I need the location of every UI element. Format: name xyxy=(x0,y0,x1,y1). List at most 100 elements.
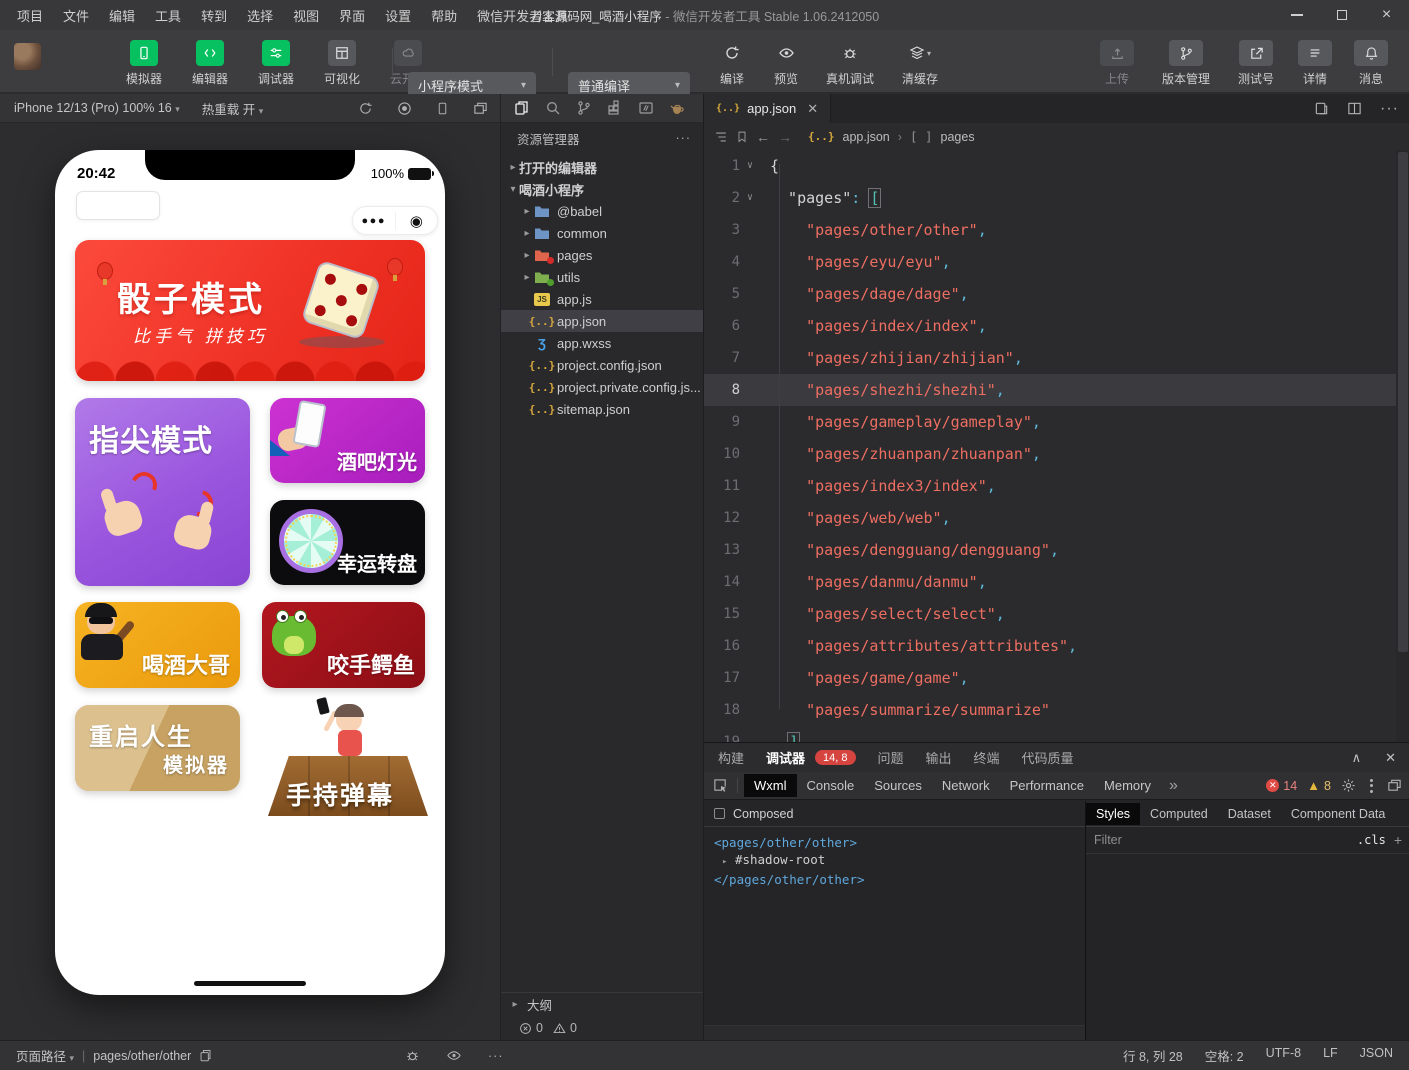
menu-item-选择[interactable]: 选择 xyxy=(238,3,282,28)
menu-item-界面[interactable]: 界面 xyxy=(330,3,374,28)
tree-item-common[interactable]: ▸common xyxy=(501,222,703,244)
menu-item-文件[interactable]: 文件 xyxy=(54,3,98,28)
tree-item-app.js[interactable]: JSapp.js xyxy=(501,288,703,310)
mini-search-box[interactable] xyxy=(76,191,160,220)
tile-restart-life[interactable]: 重启人生 模拟器 xyxy=(75,705,240,791)
toggle-class-button[interactable]: .cls xyxy=(1357,833,1386,847)
more-actions-icon[interactable]: ··· xyxy=(488,1049,504,1063)
devtools-tab-sources[interactable]: Sources xyxy=(864,774,932,797)
wxml-open-tag[interactable]: <pages/other/other> xyxy=(714,834,1085,851)
minimize-button[interactable] xyxy=(1274,0,1319,30)
tile-fingertip-mode[interactable]: 指尖模式 xyxy=(75,398,250,586)
wxml-close-tag[interactable]: </pages/other/other> xyxy=(714,871,1085,888)
code-line-9[interactable]: 9 "pages/gameplay/gameplay", xyxy=(704,406,1409,438)
devtools-tab-memory[interactable]: Memory xyxy=(1094,774,1161,797)
breadcrumb-node[interactable]: pages xyxy=(941,130,975,144)
tree-item-pages[interactable]: ▸pages xyxy=(501,244,703,266)
bug-icon[interactable] xyxy=(405,1048,420,1063)
status-segment[interactable]: LF xyxy=(1323,1046,1338,1065)
nav-back-icon[interactable]: ← xyxy=(756,129,770,145)
styles-tab-styles[interactable]: Styles xyxy=(1086,803,1140,825)
menu-item-项目[interactable]: 项目 xyxy=(8,3,52,28)
collapse-panel-icon[interactable]: ∧ xyxy=(1352,750,1362,766)
hot-reload-toggle[interactable]: 热重载 开 ▾ xyxy=(190,99,276,118)
npm-icon[interactable] xyxy=(638,100,654,116)
visual-toggle-button[interactable]: 可视化 xyxy=(316,40,368,87)
tree-item-project.private.config.js...[interactable]: {..}project.private.config.js... xyxy=(501,376,703,398)
capsule-menu[interactable]: ●●● ◉ xyxy=(352,206,438,235)
code-line-11[interactable]: 11 "pages/index3/index", xyxy=(704,470,1409,502)
tile-bar-light[interactable]: 酒吧灯光 xyxy=(270,398,425,483)
warning-badge-icon[interactable]: ▲ xyxy=(1307,778,1320,793)
upload-button[interactable]: 上传 xyxy=(1095,40,1139,87)
more-tabs-icon[interactable]: » xyxy=(1163,777,1184,795)
code-line-14[interactable]: 14 "pages/danmu/danmu", xyxy=(704,566,1409,598)
menu-item-转到[interactable]: 转到 xyxy=(192,3,236,28)
panel-tab-代码质量[interactable]: 代码质量 xyxy=(1022,748,1074,767)
copy-path-icon[interactable] xyxy=(199,1049,212,1062)
error-badge-icon[interactable]: ✕ xyxy=(1266,779,1279,792)
code-line-3[interactable]: 3 "pages/other/other", xyxy=(704,214,1409,246)
editor-toggle-button[interactable]: 编辑器 xyxy=(184,40,236,87)
compile-button[interactable]: 编译 xyxy=(712,40,752,87)
tree-item-app.json[interactable]: {..}app.json xyxy=(501,310,703,332)
fold-icon[interactable]: ∨ xyxy=(740,182,760,214)
maximize-button[interactable] xyxy=(1319,0,1364,30)
outline-section[interactable]: ▸ 大纲 xyxy=(501,992,703,1016)
editor-scrollbar[interactable] xyxy=(1396,150,1409,742)
close-button[interactable]: × xyxy=(1364,0,1409,30)
tile-lucky-wheel[interactable]: 幸运转盘 xyxy=(270,500,425,585)
scrollbar-thumb[interactable] xyxy=(1398,152,1408,652)
inspect-element-icon[interactable] xyxy=(712,778,738,793)
device-debug-button[interactable]: 真机调试 xyxy=(820,40,880,87)
fold-icon[interactable]: ∨ xyxy=(740,150,760,182)
tile-biting-crocodile[interactable]: 咬手鳄鱼 xyxy=(262,602,425,688)
menu-item-视图[interactable]: 视图 xyxy=(284,3,328,28)
status-segment[interactable]: JSON xyxy=(1360,1046,1393,1065)
panel-tab-输出[interactable]: 输出 xyxy=(926,748,952,767)
filter-input[interactable]: Filter xyxy=(1094,833,1349,847)
test-account-button[interactable]: 测试号 xyxy=(1233,40,1279,87)
breadcrumb-file[interactable]: app.json xyxy=(843,130,890,144)
styles-tab-component-data[interactable]: Component Data xyxy=(1281,803,1396,825)
styles-tab-computed[interactable]: Computed xyxy=(1140,803,1218,825)
messages-button[interactable]: 消息 xyxy=(1351,40,1391,87)
bookmark-icon[interactable] xyxy=(736,130,748,144)
avatar[interactable] xyxy=(14,43,41,70)
tree-item-打开的编辑器[interactable]: ▸打开的编辑器 xyxy=(501,156,703,178)
clear-cache-button[interactable]: ▾ 清缓存 xyxy=(894,40,946,87)
panel-tab-问题[interactable]: 问题 xyxy=(878,748,904,767)
phone-frame-icon[interactable] xyxy=(436,101,449,116)
explorer-problems[interactable]: 0 0 xyxy=(501,1016,703,1040)
settings-gear-icon[interactable] xyxy=(1341,778,1356,793)
tree-item-utils[interactable]: ▸utils xyxy=(501,266,703,288)
panel-tab-终端[interactable]: 终端 xyxy=(974,748,1000,767)
devtools-tab-wxml[interactable]: Wxml xyxy=(744,774,797,797)
wxml-shadow-root[interactable]: ▸ #shadow-root xyxy=(714,851,1085,871)
status-segment[interactable]: 空格: 2 xyxy=(1205,1046,1244,1065)
git-branch-icon[interactable] xyxy=(576,100,592,116)
menu-item-帮助[interactable]: 帮助 xyxy=(422,3,466,28)
code-line-10[interactable]: 10 "pages/zhuanpan/zhuanpan", xyxy=(704,438,1409,470)
tree-item-喝酒小程序[interactable]: ▾喝酒小程序 xyxy=(501,178,703,200)
devtools-tab-console[interactable]: Console xyxy=(797,774,865,797)
more-actions-icon[interactable]: ··· xyxy=(676,131,692,145)
details-button[interactable]: 详情 xyxy=(1295,40,1335,87)
eye-icon[interactable] xyxy=(446,1048,462,1063)
target-icon[interactable]: ◉ xyxy=(395,212,438,230)
code-line-6[interactable]: 6 "pages/index/index", xyxy=(704,310,1409,342)
code-line-8[interactable]: 8 "pages/shezhi/shezhi", xyxy=(704,374,1409,406)
tree-item-sitemap.json[interactable]: {..}sitemap.json xyxy=(501,398,703,420)
tab-app-json[interactable]: {..} app.json ✕ xyxy=(704,94,831,123)
kebab-menu-icon[interactable] xyxy=(1366,779,1377,793)
nav-forward-icon[interactable]: → xyxy=(778,129,792,145)
code-line-19[interactable]: 19 ], xyxy=(704,726,1409,742)
device-selector[interactable]: iPhone 12/13 (Pro) 100% 16 ▾ xyxy=(0,101,190,115)
page-path-selector[interactable]: 页面路径 ▾ xyxy=(16,1046,74,1065)
styles-tab-dataset[interactable]: Dataset xyxy=(1218,803,1281,825)
tree-item-@babel[interactable]: ▸@babel xyxy=(501,200,703,222)
menu-item-工具[interactable]: 工具 xyxy=(146,3,190,28)
menu-item-设置[interactable]: 设置 xyxy=(376,3,420,28)
debugger-toggle-button[interactable]: 调试器 xyxy=(250,40,302,87)
composed-checkbox[interactable] xyxy=(714,808,725,819)
